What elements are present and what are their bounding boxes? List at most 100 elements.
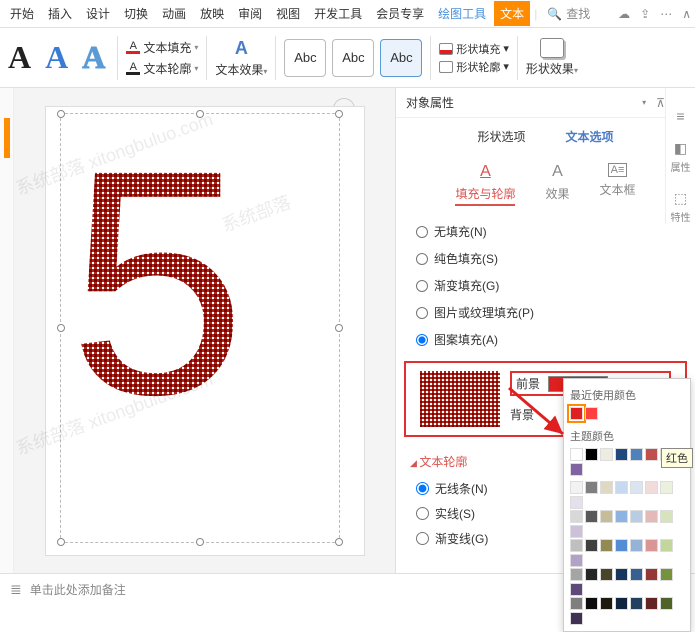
color-swatch[interactable] xyxy=(660,481,673,494)
cloud-icon[interactable]: ☁ xyxy=(618,7,630,21)
color-swatch[interactable] xyxy=(630,539,643,552)
radio-solid-fill[interactable]: 纯色填充(S) xyxy=(416,245,675,272)
tab-transition[interactable]: 切换 xyxy=(118,1,154,26)
color-swatch[interactable] xyxy=(630,448,643,461)
color-swatch[interactable] xyxy=(645,539,658,552)
color-swatch[interactable] xyxy=(615,448,628,461)
color-swatch[interactable] xyxy=(570,554,583,567)
color-swatch[interactable] xyxy=(615,539,628,552)
color-swatch[interactable] xyxy=(570,496,583,509)
color-swatch[interactable] xyxy=(645,448,658,461)
shape-fill-button[interactable]: 形状填充▾ xyxy=(439,41,509,57)
color-swatch[interactable] xyxy=(585,568,598,581)
color-swatch[interactable] xyxy=(600,539,613,552)
color-swatch[interactable] xyxy=(645,597,658,610)
color-swatch[interactable] xyxy=(630,568,643,581)
subtab-textbox[interactable]: A≡ 文本框 xyxy=(600,163,636,206)
text-outline-button[interactable]: A 文本轮廓▾ xyxy=(126,60,198,77)
color-swatch[interactable] xyxy=(645,481,658,494)
color-swatch[interactable] xyxy=(600,481,613,494)
color-swatch[interactable] xyxy=(570,568,583,581)
color-swatch[interactable] xyxy=(570,583,583,596)
pattern-preview[interactable] xyxy=(420,371,500,427)
radio-pattern-fill[interactable]: 图案填充(A) xyxy=(416,326,675,353)
radio-no-fill[interactable]: 无填充(N) xyxy=(416,218,675,245)
notes-placeholder[interactable]: 单击此处添加备注 xyxy=(30,581,126,598)
tab-text-tools[interactable]: 文本 xyxy=(494,1,530,26)
text-effects-button[interactable]: A 文本效果▾ xyxy=(215,38,267,78)
resize-handle[interactable] xyxy=(57,324,65,332)
wordart-style-2[interactable]: A xyxy=(41,37,72,78)
search-icon[interactable]: 🔍 xyxy=(547,7,562,21)
radio-gradient-fill[interactable]: 渐变填充(G) xyxy=(416,272,675,299)
tab-animation[interactable]: 动画 xyxy=(156,1,192,26)
tab-devtools[interactable]: 开发工具 xyxy=(308,1,368,26)
tab-view[interactable]: 视图 xyxy=(270,1,306,26)
resize-handle[interactable] xyxy=(335,324,343,332)
color-swatch[interactable] xyxy=(615,568,628,581)
color-swatch[interactable] xyxy=(660,539,673,552)
color-swatch[interactable] xyxy=(615,597,628,610)
color-swatch[interactable] xyxy=(630,597,643,610)
slide-canvas[interactable]: + 5 xyxy=(14,88,395,573)
color-swatch[interactable] xyxy=(615,481,628,494)
color-swatch[interactable] xyxy=(570,612,583,625)
slide[interactable]: 5 xyxy=(45,106,365,556)
radio-picture-fill[interactable]: 图片或纹理填充(P) xyxy=(416,299,675,326)
resize-handle[interactable] xyxy=(196,538,204,546)
tab-member[interactable]: 会员专享 xyxy=(370,1,430,26)
tab-design[interactable]: 设计 xyxy=(80,1,116,26)
color-swatch[interactable] xyxy=(570,597,583,610)
color-swatch[interactable] xyxy=(600,448,613,461)
rail-properties[interactable]: ◧属性 xyxy=(671,140,691,174)
shape-style-2[interactable]: Abc xyxy=(332,39,374,77)
color-swatch[interactable] xyxy=(570,407,583,420)
shape-outline-button[interactable]: 形状轮廓▾ xyxy=(439,59,509,75)
tab-shape-options[interactable]: 形状选项 xyxy=(477,128,525,149)
color-swatch[interactable] xyxy=(570,448,583,461)
collapse-icon[interactable]: ∧ xyxy=(682,7,691,21)
tab-start[interactable]: 开始 xyxy=(4,1,40,26)
more-icon[interactable]: ⋯ xyxy=(660,7,672,21)
color-swatch[interactable] xyxy=(570,539,583,552)
selected-textbox[interactable]: 5 xyxy=(60,113,340,543)
resize-handle[interactable] xyxy=(196,110,204,118)
text-fill-button[interactable]: A 文本填充▾ xyxy=(126,39,198,56)
tab-review[interactable]: 审阅 xyxy=(232,1,268,26)
share-icon[interactable]: ⇪ xyxy=(640,7,650,21)
shape-effects-button[interactable]: 形状效果▾ xyxy=(526,38,578,77)
tab-insert[interactable]: 插入 xyxy=(42,1,78,26)
wordart-style-3[interactable]: A xyxy=(78,37,109,78)
color-swatch[interactable] xyxy=(600,510,613,523)
resize-handle[interactable] xyxy=(57,110,65,118)
wordart-style-1[interactable]: A xyxy=(4,37,35,78)
resize-handle[interactable] xyxy=(335,538,343,546)
shape-style-3[interactable]: Abc xyxy=(380,39,422,77)
color-swatch[interactable] xyxy=(615,510,628,523)
color-swatch[interactable] xyxy=(600,568,613,581)
rail-features[interactable]: ⬚特性 xyxy=(671,190,691,224)
color-swatch[interactable] xyxy=(585,539,598,552)
color-swatch[interactable] xyxy=(570,525,583,538)
pin-icon[interactable]: ⊼ xyxy=(656,96,665,110)
color-swatch[interactable] xyxy=(660,568,673,581)
resize-handle[interactable] xyxy=(335,110,343,118)
color-swatch[interactable] xyxy=(585,481,598,494)
tab-text-options[interactable]: 文本选项 xyxy=(566,128,614,149)
color-swatch[interactable] xyxy=(630,481,643,494)
color-swatch[interactable] xyxy=(585,448,598,461)
color-swatch[interactable] xyxy=(645,568,658,581)
color-swatch[interactable] xyxy=(585,597,598,610)
color-swatch[interactable] xyxy=(660,510,673,523)
color-swatch[interactable] xyxy=(600,597,613,610)
shape-style-1[interactable]: Abc xyxy=(284,39,326,77)
tab-drawing-tools[interactable]: 绘图工具 xyxy=(432,1,492,26)
rail-menu-icon[interactable]: ≡ xyxy=(676,108,684,124)
color-swatch[interactable] xyxy=(660,597,673,610)
color-swatch[interactable] xyxy=(570,481,583,494)
tab-slideshow[interactable]: 放映 xyxy=(194,1,230,26)
subtab-fill-outline[interactable]: A 填充与轮廓 xyxy=(455,163,515,206)
color-swatch[interactable] xyxy=(645,510,658,523)
color-swatch[interactable] xyxy=(570,463,583,476)
color-swatch[interactable] xyxy=(585,407,598,420)
